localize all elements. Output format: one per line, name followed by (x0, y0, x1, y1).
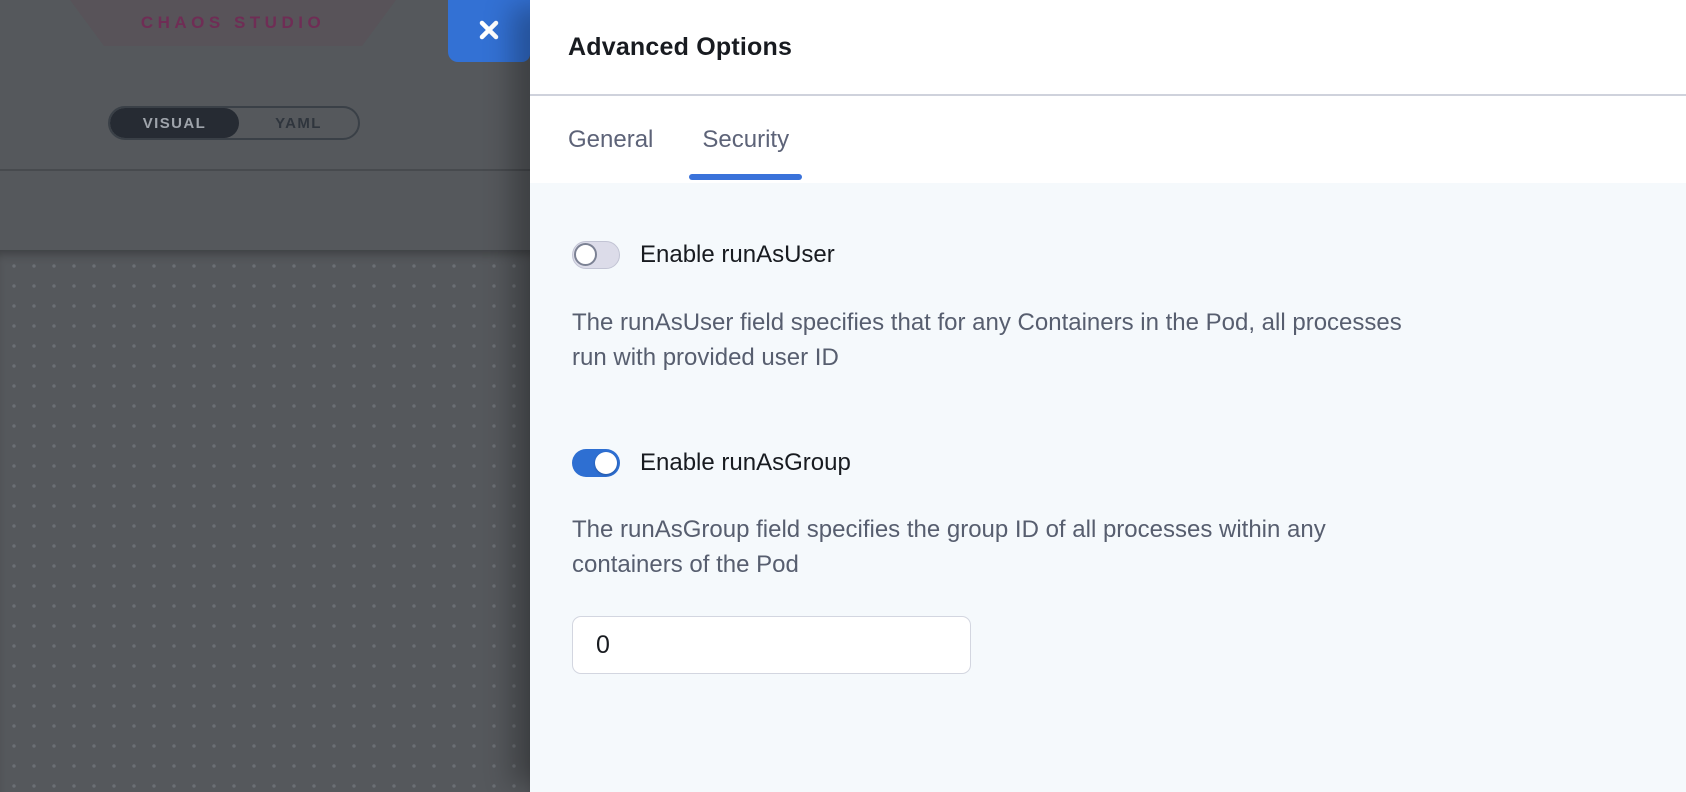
drawer-header: Advanced Options (530, 0, 1686, 96)
experiment-canvas[interactable] (0, 250, 530, 792)
description-line: run with provided user ID (572, 340, 1630, 375)
description-line: containers of the Pod (572, 547, 1630, 582)
dimmed-backdrop: CHAOS STUDIO VISUAL YAML (0, 0, 530, 792)
run-as-group-toggle[interactable] (572, 449, 620, 477)
app-root: CHAOS STUDIO VISUAL YAML Advanced Option… (0, 0, 1686, 792)
run-as-user-label: Enable runAsUser (640, 241, 835, 269)
run-as-user-toggle[interactable] (572, 241, 620, 269)
description-line: The runAsGroup field specifies the group… (572, 512, 1630, 547)
toggle-option-yaml[interactable]: YAML (239, 108, 358, 138)
tab-security[interactable]: Security (702, 96, 789, 183)
description-line: The runAsUser field specifies that for a… (572, 305, 1630, 340)
tab-general-label: General (568, 126, 653, 154)
advanced-options-drawer: Advanced Options General Security Enable… (530, 0, 1686, 792)
active-tab-indicator (689, 174, 802, 180)
run-as-group-label: Enable runAsGroup (640, 449, 851, 477)
drawer-tabs: General Security (530, 96, 1686, 183)
drawer-title: Advanced Options (568, 33, 792, 62)
run-as-user-row: Enable runAsUser (572, 241, 1630, 269)
toggle-knob (595, 452, 617, 474)
toggle-option-visual[interactable]: VISUAL (110, 108, 239, 138)
tab-general[interactable]: General (568, 96, 653, 183)
brand-title: CHAOS STUDIO (141, 13, 325, 33)
toolbar-divider (0, 169, 530, 171)
security-tab-panel: Enable runAsUser The runAsUser field spe… (530, 183, 1686, 792)
run-as-group-description: The runAsGroup field specifies the group… (572, 512, 1630, 582)
visual-yaml-toggle[interactable]: VISUAL YAML (108, 106, 360, 140)
toggle-knob (574, 243, 597, 266)
run-as-group-row: Enable runAsGroup (572, 449, 1630, 477)
tab-security-label: Security (702, 126, 789, 154)
run-as-user-description: The runAsUser field specifies that for a… (572, 305, 1630, 375)
brand-banner: CHAOS STUDIO (70, 0, 396, 46)
close-icon (476, 17, 502, 46)
close-drawer-button[interactable] (448, 0, 530, 62)
run-as-group-value-input[interactable] (572, 616, 971, 674)
